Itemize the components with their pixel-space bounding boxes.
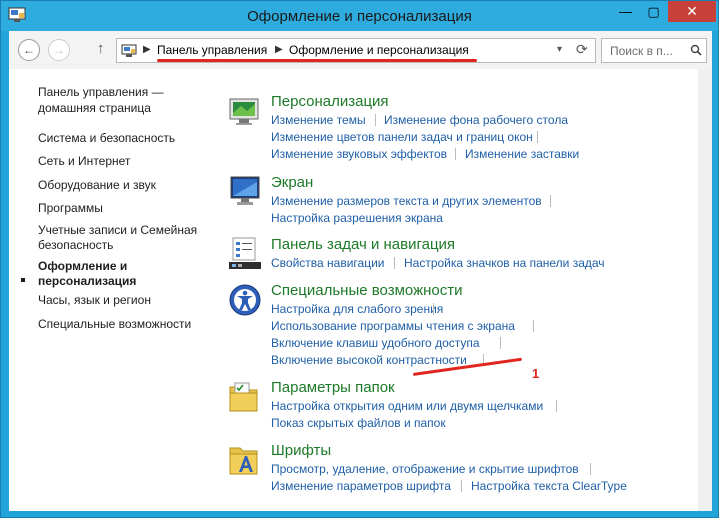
ease-of-access-icon[interactable] bbox=[227, 282, 263, 318]
link-separator bbox=[537, 131, 538, 143]
link-screen-reader[interactable]: Использование программы чтения с экрана bbox=[271, 319, 515, 333]
taskbar-icon[interactable] bbox=[227, 236, 263, 272]
current-item-bullet bbox=[21, 278, 25, 282]
search-box[interactable]: Поиск в п... bbox=[601, 38, 707, 63]
link-change-sounds[interactable]: Изменение звуковых эффектов bbox=[271, 147, 447, 161]
sidebar-item-accounts[interactable]: Учетные записи и Семейная bbox=[38, 223, 208, 238]
link-change-taskbar-colors[interactable]: Изменение цветов панели задач и границ о… bbox=[271, 130, 533, 144]
display-icon[interactable] bbox=[227, 174, 263, 210]
sidebar-item-accounts-2[interactable]: безопасность bbox=[38, 238, 208, 253]
link-change-theme[interactable]: Изменение темы bbox=[271, 113, 366, 127]
control-panel-icon bbox=[121, 44, 137, 57]
back-button[interactable]: ← bbox=[18, 39, 40, 61]
breadcrumb-separator: ▶ bbox=[275, 44, 283, 55]
scrollbar[interactable] bbox=[698, 69, 712, 511]
link-hidden-files[interactable]: Показ скрытых файлов и папок bbox=[271, 416, 446, 430]
minimize-button[interactable]: — bbox=[612, 1, 639, 22]
link-separator bbox=[455, 148, 456, 160]
link-screen-resolution[interactable]: Настройка разрешения экрана bbox=[271, 211, 443, 225]
personalization-icon[interactable] bbox=[227, 93, 263, 129]
sidebar-item-appearance-2[interactable]: персонализация bbox=[38, 274, 208, 289]
up-button[interactable]: ↑ bbox=[97, 40, 105, 57]
sidebar-item-system-security[interactable]: Система и безопасность bbox=[38, 131, 208, 146]
link-separator bbox=[394, 257, 395, 269]
breadcrumb-separator: ▶ bbox=[143, 44, 151, 55]
link-sticky-keys[interactable]: Включение клавиш удобного доступа bbox=[271, 336, 480, 350]
category-title-folder-options[interactable]: Параметры папок bbox=[271, 379, 395, 396]
search-input[interactable]: Поиск в п... bbox=[610, 44, 673, 58]
link-navigation-properties[interactable]: Свойства навигации bbox=[271, 256, 384, 270]
sidebar-item-programs[interactable]: Программы bbox=[38, 201, 208, 216]
link-font-settings[interactable]: Изменение параметров шрифта bbox=[271, 479, 451, 493]
link-separator bbox=[550, 195, 551, 207]
link-view-fonts[interactable]: Просмотр, удаление, отображение и скрыти… bbox=[271, 462, 579, 476]
annotation-number: 1 bbox=[532, 366, 540, 381]
maximize-button[interactable]: ▢ bbox=[640, 1, 667, 22]
sidebar-item-clock-region[interactable]: Часы, язык и регион bbox=[38, 293, 208, 308]
forward-button[interactable]: → bbox=[48, 39, 70, 61]
link-change-background[interactable]: Изменение фона рабочего стола bbox=[384, 113, 568, 127]
breadcrumb-appearance[interactable]: Оформление и персонализация bbox=[289, 43, 469, 57]
link-separator bbox=[375, 114, 376, 126]
link-separator bbox=[461, 480, 462, 492]
category-title-personalization[interactable]: Персонализация bbox=[271, 93, 389, 110]
sidebar-item-hardware[interactable]: Оборудование и звук bbox=[38, 178, 208, 193]
category-title-taskbar[interactable]: Панель задач и навигация bbox=[271, 236, 455, 253]
sidebar-item-home-2[interactable]: домашняя страница bbox=[38, 101, 208, 116]
link-low-vision[interactable]: Настройка для слабого зрения bbox=[271, 302, 443, 316]
refresh-icon[interactable]: ⟳ bbox=[576, 41, 588, 58]
close-button[interactable]: ✕ bbox=[668, 1, 716, 22]
link-separator bbox=[433, 303, 434, 315]
link-click-options[interactable]: Настройка открытия одним или двумя щелчк… bbox=[271, 399, 543, 413]
link-change-screensaver[interactable]: Изменение заставки bbox=[465, 147, 579, 161]
sidebar-item-ease-of-access[interactable]: Специальные возможности bbox=[38, 317, 208, 332]
link-separator bbox=[556, 400, 557, 412]
window: Оформление и персонализация — ▢ ✕ ← → ↑ … bbox=[0, 0, 719, 518]
breadcrumb-control-panel[interactable]: Панель управления bbox=[157, 43, 267, 57]
window-title: Оформление и персонализация bbox=[247, 8, 472, 25]
category-title-fonts[interactable]: Шрифты bbox=[271, 442, 331, 459]
link-cleartype[interactable]: Настройка текста ClearType bbox=[471, 479, 627, 493]
main-content: Панель управления — домашняя страница Си… bbox=[9, 69, 712, 511]
category-title-display[interactable]: Экран bbox=[271, 174, 313, 191]
fonts-icon[interactable] bbox=[227, 442, 263, 478]
link-high-contrast[interactable]: Включение высокой контрастности bbox=[271, 353, 467, 367]
folder-options-icon[interactable] bbox=[227, 379, 263, 415]
link-separator bbox=[533, 320, 534, 332]
search-icon[interactable] bbox=[690, 44, 702, 56]
annotation-underline bbox=[157, 59, 477, 62]
sidebar-item-appearance[interactable]: Оформление и bbox=[38, 259, 208, 274]
sidebar-item-home[interactable]: Панель управления — bbox=[38, 85, 208, 100]
title-bar[interactable]: Оформление и персонализация — ▢ ✕ bbox=[1, 1, 718, 31]
link-taskbar-icons[interactable]: Настройка значков на панели задач bbox=[404, 256, 605, 270]
link-separator bbox=[590, 463, 591, 475]
navigation-bar: ← → ↑ ▶ Панель управления ▶ Оформление и… bbox=[9, 31, 712, 69]
link-change-text-size[interactable]: Изменение размеров текста и других элеме… bbox=[271, 194, 542, 208]
category-title-ease-of-access[interactable]: Специальные возможности bbox=[271, 282, 463, 299]
sidebar-item-network[interactable]: Сеть и Интернет bbox=[38, 154, 208, 169]
address-bar[interactable]: ▶ Панель управления ▶ Оформление и персо… bbox=[116, 38, 596, 63]
address-dropdown-icon[interactable]: ▾ bbox=[557, 44, 562, 55]
link-separator bbox=[500, 337, 501, 349]
